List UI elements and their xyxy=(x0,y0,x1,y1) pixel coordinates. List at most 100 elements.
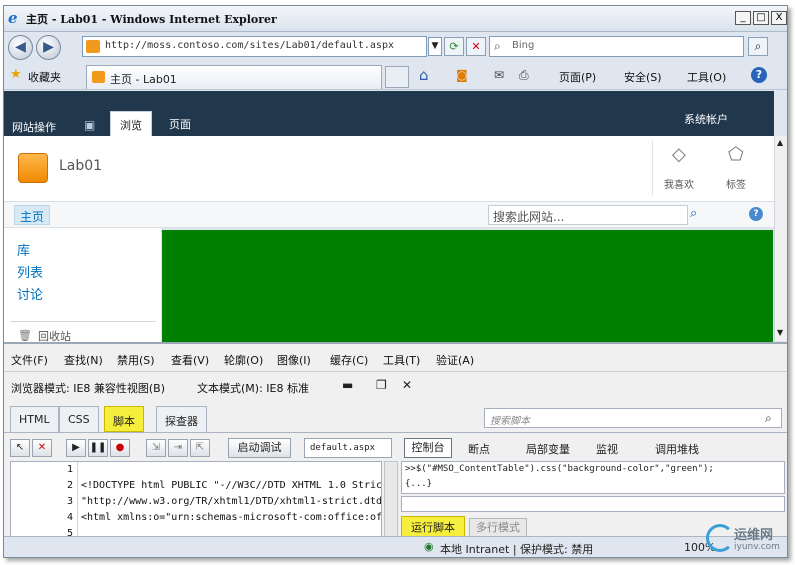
print-icon[interactable]: ⎙ xyxy=(519,68,529,83)
site-search-placeholder: 搜索此网站... xyxy=(493,210,565,224)
start-debugging-button[interactable]: 启动调试 xyxy=(228,438,291,458)
rss-icon[interactable]: ◙ xyxy=(456,68,468,82)
right-tab-console[interactable]: 控制台 xyxy=(404,438,452,458)
dev-tab-html[interactable]: HTML xyxy=(10,406,59,432)
dev-tab-script[interactable]: 脚本 xyxy=(104,406,144,432)
right-tab-locals[interactable]: 局部变量 xyxy=(526,441,570,457)
script-search-placeholder: 搜索脚本 xyxy=(490,416,530,427)
quicklaunch-libraries[interactable]: 库 xyxy=(17,240,30,259)
browser-mode-menu[interactable]: 浏览器模式: IE8 兼容性视图(B) xyxy=(11,380,165,396)
script-search-input[interactable]: 搜索脚本 ⌕ xyxy=(484,408,782,428)
page-menu[interactable]: 页面(P) xyxy=(559,69,596,85)
dev-menu-view[interactable]: 查看(V) xyxy=(171,352,209,368)
code-line: <!DOCTYPE html PUBLIC "-//W3C//DTD XHTML… xyxy=(81,480,382,491)
dev-close-icon[interactable]: ✕ xyxy=(402,378,412,392)
dev-menu-validate[interactable]: 验证(A) xyxy=(436,352,474,368)
search-box[interactable]: ⌕ Bing xyxy=(489,36,744,57)
tab-favicon-icon xyxy=(92,71,105,83)
dev-minimize-icon[interactable]: ▬ xyxy=(342,378,353,392)
page-scrollbar[interactable]: ▲ ▼ xyxy=(774,136,787,341)
globe-icon: ◉ xyxy=(424,540,434,553)
dev-menu-tools[interactable]: 工具(T) xyxy=(383,352,420,368)
step-out-icon[interactable]: ⇱ xyxy=(190,439,210,457)
safety-menu[interactable]: 安全(S) xyxy=(624,69,662,85)
search-placeholder: Bing xyxy=(512,40,535,51)
quicklaunch-lists[interactable]: 列表 xyxy=(17,262,43,281)
new-tab-button[interactable] xyxy=(385,66,409,88)
tab-page[interactable]: 页面 xyxy=(160,111,200,136)
window-title: 主页 - Lab01 - Windows Internet Explorer xyxy=(26,13,277,26)
search-go-icon[interactable]: ⌕ xyxy=(748,37,768,56)
browser-tab[interactable]: 主页 - Lab01 xyxy=(86,65,382,89)
multiline-mode-button[interactable]: 多行模式 xyxy=(469,518,527,538)
right-tab-callstack[interactable]: 调用堆栈 xyxy=(655,441,699,457)
navigate-up-icon[interactable]: ▣ xyxy=(84,118,95,132)
console-output: >>$("#MSO_ContentTable").css("background… xyxy=(401,461,785,494)
line-number: 4 xyxy=(66,512,73,523)
dev-undock-icon[interactable]: ❐ xyxy=(376,378,387,392)
recycle-bin-icon: 🗑 xyxy=(18,329,32,342)
stop-icon[interactable]: ✕ xyxy=(466,37,486,56)
break-icon[interactable]: ● xyxy=(110,439,130,457)
help-icon[interactable]: ? xyxy=(751,67,767,83)
scroll-up-icon[interactable]: ▲ xyxy=(777,138,783,147)
right-tab-watch[interactable]: 监视 xyxy=(596,441,618,457)
home-tab[interactable]: 主页 xyxy=(14,205,51,225)
code-line: "http://www.w3.org/TR/xhtml1/DTD/xhtml1-… xyxy=(81,496,382,507)
site-search-icon[interactable]: ⌕ xyxy=(690,206,697,221)
document-mode-menu[interactable]: 文本模式(M): IE8 标准 xyxy=(197,380,309,396)
site-search-input[interactable]: 搜索此网站... xyxy=(488,205,688,225)
like-label[interactable]: 我喜欢 xyxy=(664,176,694,191)
user-menu[interactable]: 系统帐户 xyxy=(684,111,728,127)
tab-title: 主页 - Lab01 xyxy=(110,73,177,86)
mail-icon[interactable]: ✉ xyxy=(494,68,504,82)
tab-browse[interactable]: 浏览 xyxy=(110,111,152,136)
forward-button[interactable]: ▶ xyxy=(36,35,61,60)
minimize-button[interactable]: _ xyxy=(735,11,751,25)
site-favicon-icon xyxy=(86,40,100,53)
site-actions-menu[interactable]: 网站操作 xyxy=(12,119,56,135)
clear-icon[interactable]: ✕ xyxy=(32,439,52,457)
dev-tab-css[interactable]: CSS xyxy=(59,406,99,432)
select-element-icon[interactable]: ↖ xyxy=(10,439,30,457)
tags-icon[interactable]: ⬠ xyxy=(728,144,744,165)
header-divider xyxy=(652,140,653,196)
dev-menu-file[interactable]: 文件(F) xyxy=(11,352,48,368)
dev-tab-profiler[interactable]: 探查器 xyxy=(156,406,207,432)
favorites-label[interactable]: 收藏夹 xyxy=(28,69,61,85)
scroll-down-icon[interactable]: ▼ xyxy=(777,328,783,337)
favorites-bar: ★ 收藏夹 主页 - Lab01 ⌂ ◙ ✉ ⎙ 页面(P) 安全(S) 工具(… xyxy=(4,63,787,90)
step-over-icon[interactable]: ⇥ xyxy=(168,439,188,457)
start-icon[interactable]: ▶ xyxy=(66,439,86,457)
dev-menu-disable[interactable]: 禁用(S) xyxy=(117,352,155,368)
watermark-sub: iyunv.com xyxy=(734,542,780,552)
script-file-select[interactable]: default.aspx xyxy=(304,438,392,458)
step-into-icon[interactable]: ⇲ xyxy=(146,439,166,457)
site-help-icon[interactable]: ? xyxy=(749,207,763,221)
restore-button[interactable]: □ xyxy=(753,11,769,25)
console-result: {...} xyxy=(405,479,433,489)
close-button[interactable]: X xyxy=(771,11,787,25)
address-bar[interactable]: http://moss.contoso.com/sites/Lab01/defa… xyxy=(82,36,427,57)
console-input[interactable] xyxy=(401,496,785,512)
site-title[interactable]: Lab01 xyxy=(59,158,102,174)
dev-menu-cache[interactable]: 缓存(C) xyxy=(330,352,368,368)
tools-menu[interactable]: 工具(O) xyxy=(687,69,726,85)
pause-icon[interactable]: ❚❚ xyxy=(88,439,108,457)
dev-menu-images[interactable]: 图像(I) xyxy=(277,352,311,368)
home-icon[interactable]: ⌂ xyxy=(419,66,429,84)
back-button[interactable]: ◀ xyxy=(8,35,33,60)
dev-menu-outline[interactable]: 轮廓(O) xyxy=(224,352,263,368)
status-bar: ◉ 本地 Intranet | 保护模式: 禁用 100% xyxy=(4,536,787,557)
address-dropdown-icon[interactable]: ▼ xyxy=(428,37,442,56)
refresh-icon[interactable]: ⟳ xyxy=(444,37,464,56)
tags-label[interactable]: 标签 xyxy=(726,176,746,191)
quicklaunch-discussions[interactable]: 讨论 xyxy=(17,284,43,303)
dev-menu-find[interactable]: 查找(N) xyxy=(64,352,103,368)
site-header: Lab01 ◇ 我喜欢 ⬠ 标签 xyxy=(4,136,774,202)
script-source-pane[interactable]: 1 2 <!DOCTYPE html PUBLIC "-//W3C//DTD X… xyxy=(10,461,382,537)
right-tab-breakpoints[interactable]: 断点 xyxy=(468,441,490,457)
line-number: 1 xyxy=(66,464,73,475)
like-icon[interactable]: ◇ xyxy=(672,144,686,165)
code-scrollbar[interactable] xyxy=(384,461,398,537)
